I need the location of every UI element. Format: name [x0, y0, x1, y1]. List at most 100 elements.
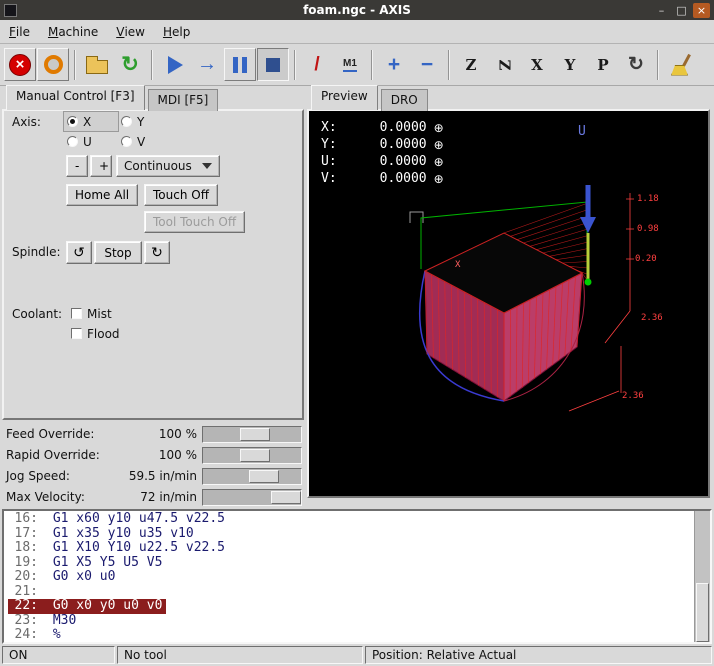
reload-file-button[interactable]: ↻	[114, 48, 146, 81]
home-all-button[interactable]: Home All	[66, 184, 138, 206]
annotation-2.36: 2.36	[641, 313, 663, 323]
zoom-out-icon: −	[421, 53, 433, 77]
dro-axis-label: U:	[321, 154, 341, 169]
tab-preview[interactable]: Preview	[311, 85, 378, 110]
annotation-0.98: 0.98	[637, 224, 659, 234]
spindle-cw-icon: ↻	[151, 245, 163, 261]
jog-mode-dropdown[interactable]: Continuous	[116, 155, 220, 177]
checkbox-indicator	[71, 328, 82, 339]
spindle-stop-button[interactable]: Stop	[94, 241, 142, 264]
step-line-button[interactable]: →	[191, 48, 223, 81]
slider-thumb[interactable]	[271, 491, 301, 504]
dro-readout-u: U:0.0000⊕	[321, 153, 444, 170]
manual-control-panel: Axis: XYUV - + Continuous Home All Touch…	[2, 109, 304, 420]
estop-button[interactable]: ×	[4, 48, 36, 81]
close-button[interactable]: ×	[693, 3, 710, 18]
homed-icon: ⊕	[434, 155, 444, 169]
gcode-line-text: G0 x0 y0 u0 v0	[45, 598, 162, 613]
tool-touch-off-button[interactable]: Tool Touch Off	[144, 211, 245, 233]
zoom-in-button[interactable]: +	[378, 48, 410, 81]
gcode-line-text: G1 X10 Y10 u22.5 v22.5	[45, 540, 225, 555]
gcode-line-17[interactable]: 17: G1 x35 y10 u35 v10	[8, 527, 198, 542]
jog-plus-button[interactable]: +	[90, 155, 112, 177]
gcode-scrollbar[interactable]	[694, 511, 710, 642]
radio-indicator	[67, 136, 78, 147]
dro-axis-label: V:	[321, 171, 341, 186]
gcode-line-24[interactable]: 24: %	[8, 628, 65, 643]
status-bar: ON No tool Position: Relative Actual	[2, 646, 712, 664]
radio-indicator	[121, 136, 132, 147]
view-z-button[interactable]: Z	[455, 48, 487, 81]
skip-lines-button[interactable]: /	[301, 48, 333, 81]
menu-machine[interactable]: Machine	[39, 20, 107, 43]
zoom-in-icon: +	[388, 53, 400, 77]
run-program-button[interactable]	[158, 48, 190, 81]
axis-radio-v[interactable]: V	[118, 132, 172, 151]
radio-indicator	[67, 116, 78, 127]
gcode-line-number: 22:	[8, 599, 38, 614]
scrollbar-thumb[interactable]	[696, 583, 709, 642]
gcode-line-21[interactable]: 21:	[8, 585, 57, 600]
slider-thumb[interactable]	[249, 470, 279, 483]
tab-dro[interactable]: DRO	[381, 89, 428, 111]
skip-lines-icon: /	[314, 54, 319, 76]
slider-thumb[interactable]	[240, 428, 270, 441]
maximize-button[interactable]: □	[673, 3, 690, 18]
touch-off-button[interactable]: Touch Off	[144, 184, 218, 206]
tab-mdi-f5[interactable]: MDI [F5]	[148, 89, 219, 111]
gcode-line-number: 16:	[8, 512, 38, 527]
preview-canvas[interactable]: UX1.180.980.202.362.36 X:0.0000⊕Y:0.0000…	[309, 111, 708, 496]
view-y-button[interactable]: Y	[554, 48, 586, 81]
radio-label: X	[83, 115, 91, 129]
stop-program-button[interactable]	[257, 48, 289, 81]
gcode-line-19[interactable]: 19: G1 X5 Y5 U5 V5	[8, 556, 166, 571]
override-label: Feed Override:	[6, 427, 94, 441]
rotate-view-button[interactable]: ↻	[620, 48, 652, 81]
menu-file[interactable]: File	[0, 20, 39, 43]
pause-program-button[interactable]	[224, 48, 256, 81]
zoom-out-button[interactable]: −	[411, 48, 443, 81]
coolant-checkbox-flood[interactable]: Flood	[68, 324, 123, 343]
gcode-line-23[interactable]: 23: M30	[8, 614, 80, 629]
axis-radio-y[interactable]: Y	[118, 112, 172, 131]
gcode-line-20[interactable]: 20: G0 x0 u0	[8, 570, 119, 585]
open-file-button[interactable]	[81, 48, 113, 81]
override-slider[interactable]	[202, 426, 302, 443]
machine-power-button[interactable]	[37, 48, 69, 81]
gcode-line-number: 21:	[8, 585, 38, 600]
jog-minus-button[interactable]: -	[66, 155, 88, 177]
clear-plot-button[interactable]	[664, 48, 696, 81]
gcode-listing[interactable]: 16: G1 x60 y10 u47.5 v22.517: G1 x35 y10…	[2, 509, 712, 644]
menu-view[interactable]: View	[107, 20, 154, 43]
axis-radio-x[interactable]: X	[64, 112, 118, 131]
override-row-2: Jog Speed:59.5 in/min	[2, 466, 304, 487]
minimize-button[interactable]: –	[653, 3, 670, 18]
menu-help[interactable]: Help	[154, 20, 199, 43]
view-z-rotated-button[interactable]: Z	[488, 48, 520, 81]
gcode-line-18[interactable]: 18: G1 X10 Y10 u22.5 v22.5	[8, 541, 229, 556]
homed-icon: ⊕	[434, 172, 444, 186]
override-slider[interactable]	[202, 468, 302, 485]
spindle-ccw-button[interactable]: ↺	[66, 241, 92, 264]
coolant-checkbox-mist[interactable]: Mist	[68, 304, 123, 323]
view-x-button[interactable]: X	[521, 48, 553, 81]
gcode-line-22[interactable]: 22: G0 x0 y0 u0 v0	[8, 599, 166, 614]
dro-value: 0.0000	[341, 137, 427, 152]
homed-icon: ⊕	[434, 138, 444, 152]
tab-manual-control-f3[interactable]: Manual Control [F3]	[6, 85, 145, 110]
override-slider[interactable]	[202, 489, 302, 506]
annotation-U: U	[578, 124, 586, 139]
annotation-1.18: 1.18	[637, 194, 659, 204]
spindle-cw-button[interactable]: ↻	[144, 241, 170, 264]
view-perspective-button[interactable]: P	[587, 48, 619, 81]
view-perspective-icon: P	[597, 56, 608, 74]
slider-thumb[interactable]	[240, 449, 270, 462]
title-bar: foam.ngc - AXIS – □ ×	[0, 0, 714, 20]
gcode-line-16[interactable]: 16: G1 x60 y10 u47.5 v22.5	[8, 512, 229, 527]
left-notebook-tabs: Manual Control [F3]MDI [F5]	[6, 87, 221, 110]
override-label: Jog Speed:	[6, 469, 70, 483]
axis-radio-u[interactable]: U	[64, 132, 118, 151]
radio-label: Y	[137, 115, 144, 129]
optional-pause-button[interactable]: M1	[334, 48, 366, 81]
override-slider[interactable]	[202, 447, 302, 464]
